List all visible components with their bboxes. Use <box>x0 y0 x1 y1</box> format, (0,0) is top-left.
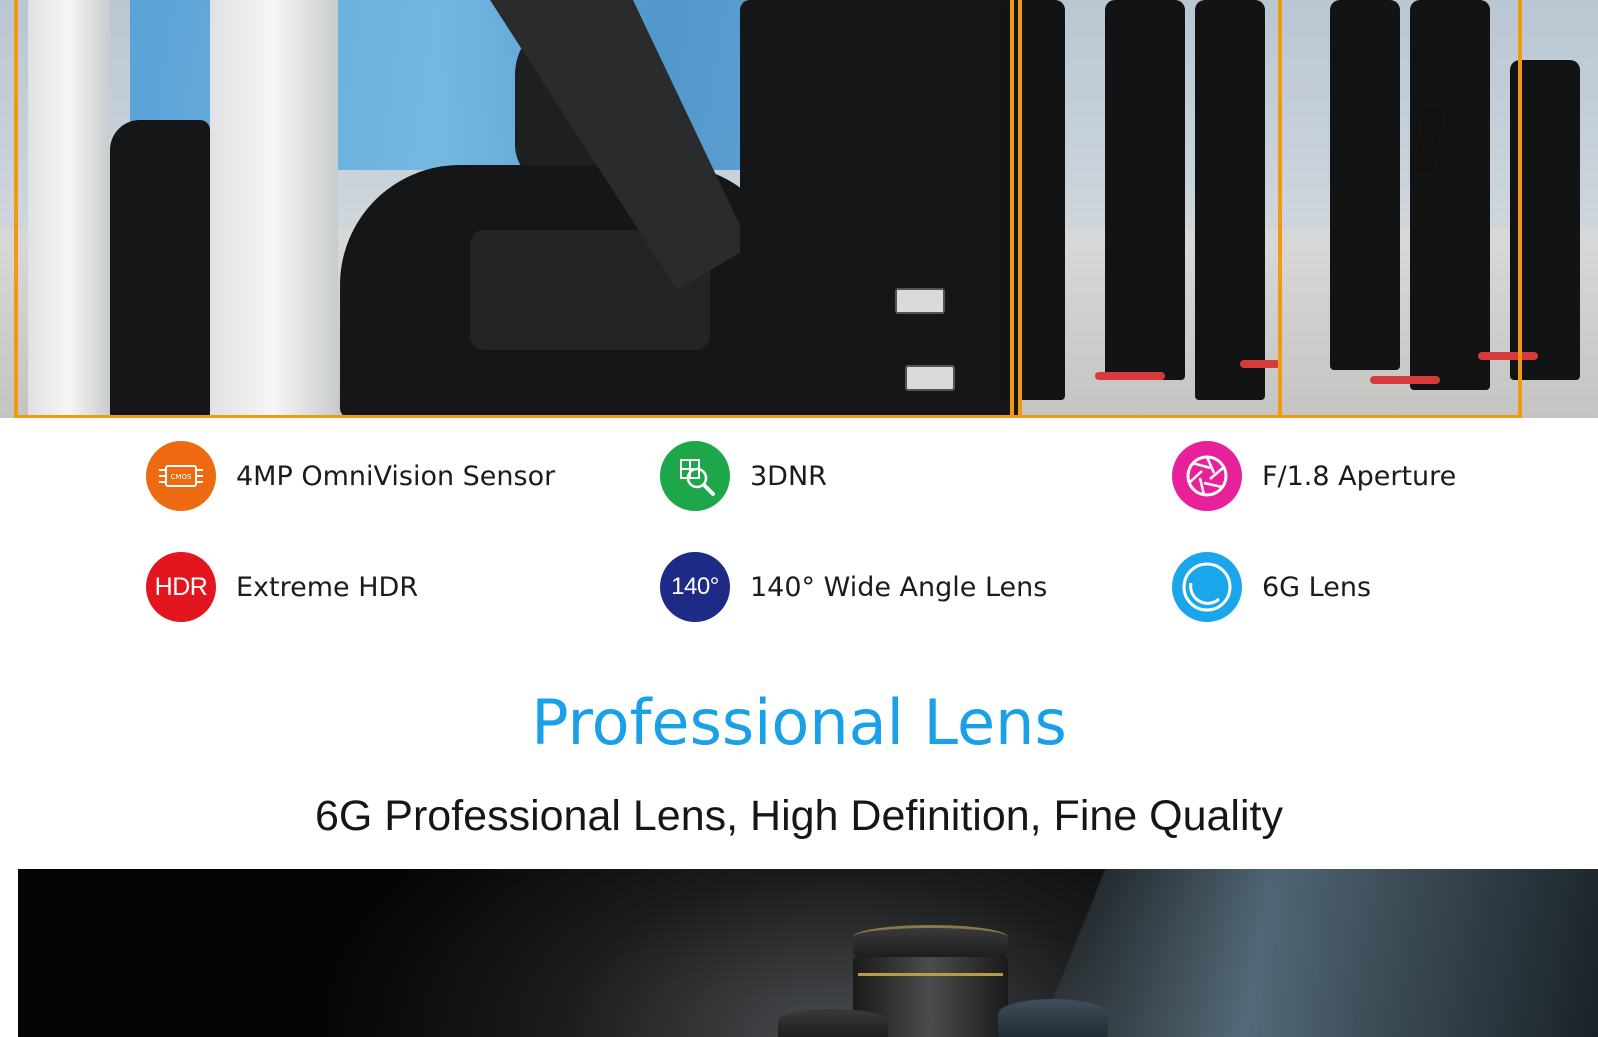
feature-label: 4MP OmniVision Sensor <box>236 460 556 492</box>
light-beam <box>1038 869 1598 1037</box>
section-title: Professional Lens <box>531 686 1067 759</box>
chip-icon: CMOS <box>146 441 216 511</box>
officer-figure <box>740 0 1020 418</box>
lens-product-photo <box>18 869 1598 1037</box>
feature-4mp-sensor: CMOS 4MP OmniVision Sensor <box>146 441 555 511</box>
feature-extreme-hdr: HDR Extreme HDR <box>146 552 418 622</box>
shoe-stripe <box>1478 352 1538 360</box>
feature-label: 6G Lens <box>1262 571 1372 603</box>
shoe-stripe <box>1240 360 1280 368</box>
pillar <box>28 0 110 418</box>
feature-label: F/1.8 Aperture <box>1262 460 1457 492</box>
lens-element <box>778 1009 888 1037</box>
lens-gold-ring <box>858 973 1003 976</box>
wide-angle-icon: 140° <box>660 552 730 622</box>
feature-6g-lens: 6G Lens <box>1172 552 1371 622</box>
hero-photo <box>0 0 1598 418</box>
belt-buckle <box>905 365 955 391</box>
feature-label: 140° Wide Angle Lens <box>750 571 1048 603</box>
magnify-grid-icon <box>660 441 730 511</box>
aperture-icon <box>1172 441 1242 511</box>
hdr-icon: HDR <box>146 552 216 622</box>
section-subtitle: 6G Professional Lens, High Definition, F… <box>315 792 1283 840</box>
officer-leg <box>1510 60 1580 380</box>
belt-buckle <box>895 288 945 314</box>
officer-figure <box>110 120 210 418</box>
feature-label: 3DNR <box>750 460 827 492</box>
pillar <box>210 0 338 418</box>
feature-aperture: F/1.8 Aperture <box>1172 441 1456 511</box>
shoe-stripe <box>1095 372 1165 380</box>
officer-leg <box>1410 0 1490 390</box>
officer-leg <box>1105 0 1185 380</box>
shoe-stripe <box>1370 376 1440 384</box>
officer-leg <box>1000 0 1065 400</box>
feature-label: Extreme HDR <box>236 571 419 603</box>
feature-wide-angle: 140° 140° Wide Angle Lens <box>660 552 1047 622</box>
lens-icon <box>1172 552 1242 622</box>
officer-leg <box>1195 0 1265 400</box>
officer-leg <box>1330 0 1400 370</box>
svg-text:CMOS: CMOS <box>171 473 192 481</box>
feature-3dnr: 3DNR <box>660 441 827 511</box>
lens-element <box>998 999 1108 1037</box>
